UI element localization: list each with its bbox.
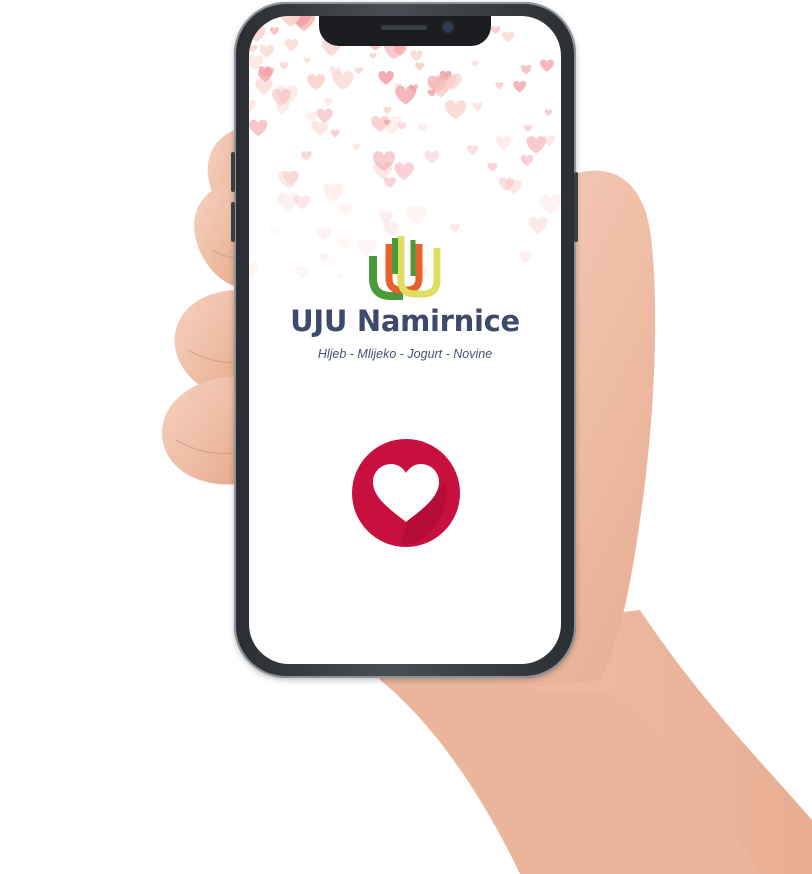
decorative-heart-icon xyxy=(519,251,533,264)
decorative-heart-icon xyxy=(249,25,266,42)
decorative-heart-icon xyxy=(301,151,312,161)
decorative-heart-icon xyxy=(418,124,427,132)
decorative-heart-icon xyxy=(495,135,511,150)
front-camera xyxy=(443,22,453,32)
decorative-heart-icon xyxy=(324,98,333,106)
decorative-heart-icon xyxy=(270,27,279,36)
decorative-heart-icon xyxy=(305,111,318,123)
decorative-heart-icon xyxy=(318,252,330,263)
decorative-heart-icon xyxy=(249,261,259,277)
decorative-heart-icon xyxy=(316,227,331,240)
decorative-heart-icon xyxy=(316,108,333,123)
decorative-heart-icon xyxy=(394,162,414,180)
decorative-heart-icon xyxy=(539,194,561,214)
decorative-heart-icon xyxy=(406,205,427,225)
decorative-heart-icon xyxy=(294,195,311,210)
decorative-heart-icon xyxy=(378,71,394,85)
decorative-heart-icon xyxy=(269,228,278,236)
decorative-heart-icon xyxy=(249,119,268,137)
power-button xyxy=(574,172,578,242)
decorative-heart-icon xyxy=(520,155,534,167)
decorative-heart-icon xyxy=(495,82,504,90)
decorative-heart-icon xyxy=(491,25,501,35)
decorative-heart-icon xyxy=(383,107,392,114)
speaker-grille xyxy=(381,25,427,30)
decorative-heart-icon xyxy=(332,71,354,91)
decorative-heart-icon xyxy=(339,203,354,216)
decorative-heart-icon xyxy=(352,143,361,151)
decorative-heart-icon xyxy=(337,273,345,280)
phone-notch xyxy=(319,16,491,46)
decorative-heart-icon xyxy=(369,53,377,59)
decorative-heart-icon xyxy=(513,80,527,93)
decorative-heart-icon xyxy=(449,223,461,233)
brand-tagline: Hljeb - Mlijeko - Jogurt - Novine xyxy=(317,347,493,361)
decorative-heart-icon xyxy=(354,67,363,75)
decorative-heart-icon xyxy=(410,50,423,62)
decorative-heart-icon xyxy=(540,59,554,72)
decorative-heart-icon xyxy=(284,38,299,52)
decorative-heart-icon xyxy=(383,177,396,188)
decorative-heart-icon xyxy=(520,64,532,75)
volume-down-button xyxy=(231,202,235,242)
decorative-heart-icon xyxy=(395,85,417,105)
uju-logo-icon xyxy=(369,236,441,300)
brand-title: UJU Namirnice xyxy=(290,304,520,338)
decorative-heart-icon xyxy=(528,217,548,234)
decorative-heart-icon xyxy=(295,265,310,279)
decorative-heart-icon xyxy=(544,109,552,116)
decorative-heart-icon xyxy=(249,44,258,53)
decorative-heart-icon xyxy=(330,129,340,138)
decorative-heart-icon xyxy=(467,145,479,155)
decorative-heart-icon xyxy=(472,102,483,112)
decorative-heart-icon xyxy=(501,31,515,43)
phone-frame: UJU Namirnice Hljeb - Mlijeko - Jogurt -… xyxy=(231,2,578,678)
volume-up-button xyxy=(231,152,235,192)
decorative-heart-icon xyxy=(415,62,425,71)
decorative-heart-icon xyxy=(328,256,336,263)
decorative-heart-icon xyxy=(323,183,344,202)
app-splash-screen: UJU Namirnice Hljeb - Mlijeko - Jogurt -… xyxy=(249,16,561,664)
decorative-heart-icon xyxy=(249,99,257,113)
decorative-heart-icon xyxy=(444,100,467,120)
decorative-heart-icon xyxy=(526,136,546,154)
decorative-heart-icon xyxy=(424,150,440,164)
phone-mockup-scene: UJU Namirnice Hljeb - Mlijeko - Jogurt -… xyxy=(0,0,812,874)
decorative-heart-icon xyxy=(336,235,353,250)
decorative-heart-icon xyxy=(307,74,326,90)
decorative-heart-icon xyxy=(311,120,329,136)
decorative-heart-icon xyxy=(487,162,498,172)
decorative-heart-icon xyxy=(380,115,402,135)
decorative-heart-icon xyxy=(280,62,289,70)
decorative-heart-icon xyxy=(523,124,532,132)
favorite-button[interactable] xyxy=(351,438,461,548)
decorative-heart-icon xyxy=(471,60,479,67)
decorative-heart-icon xyxy=(303,57,311,64)
